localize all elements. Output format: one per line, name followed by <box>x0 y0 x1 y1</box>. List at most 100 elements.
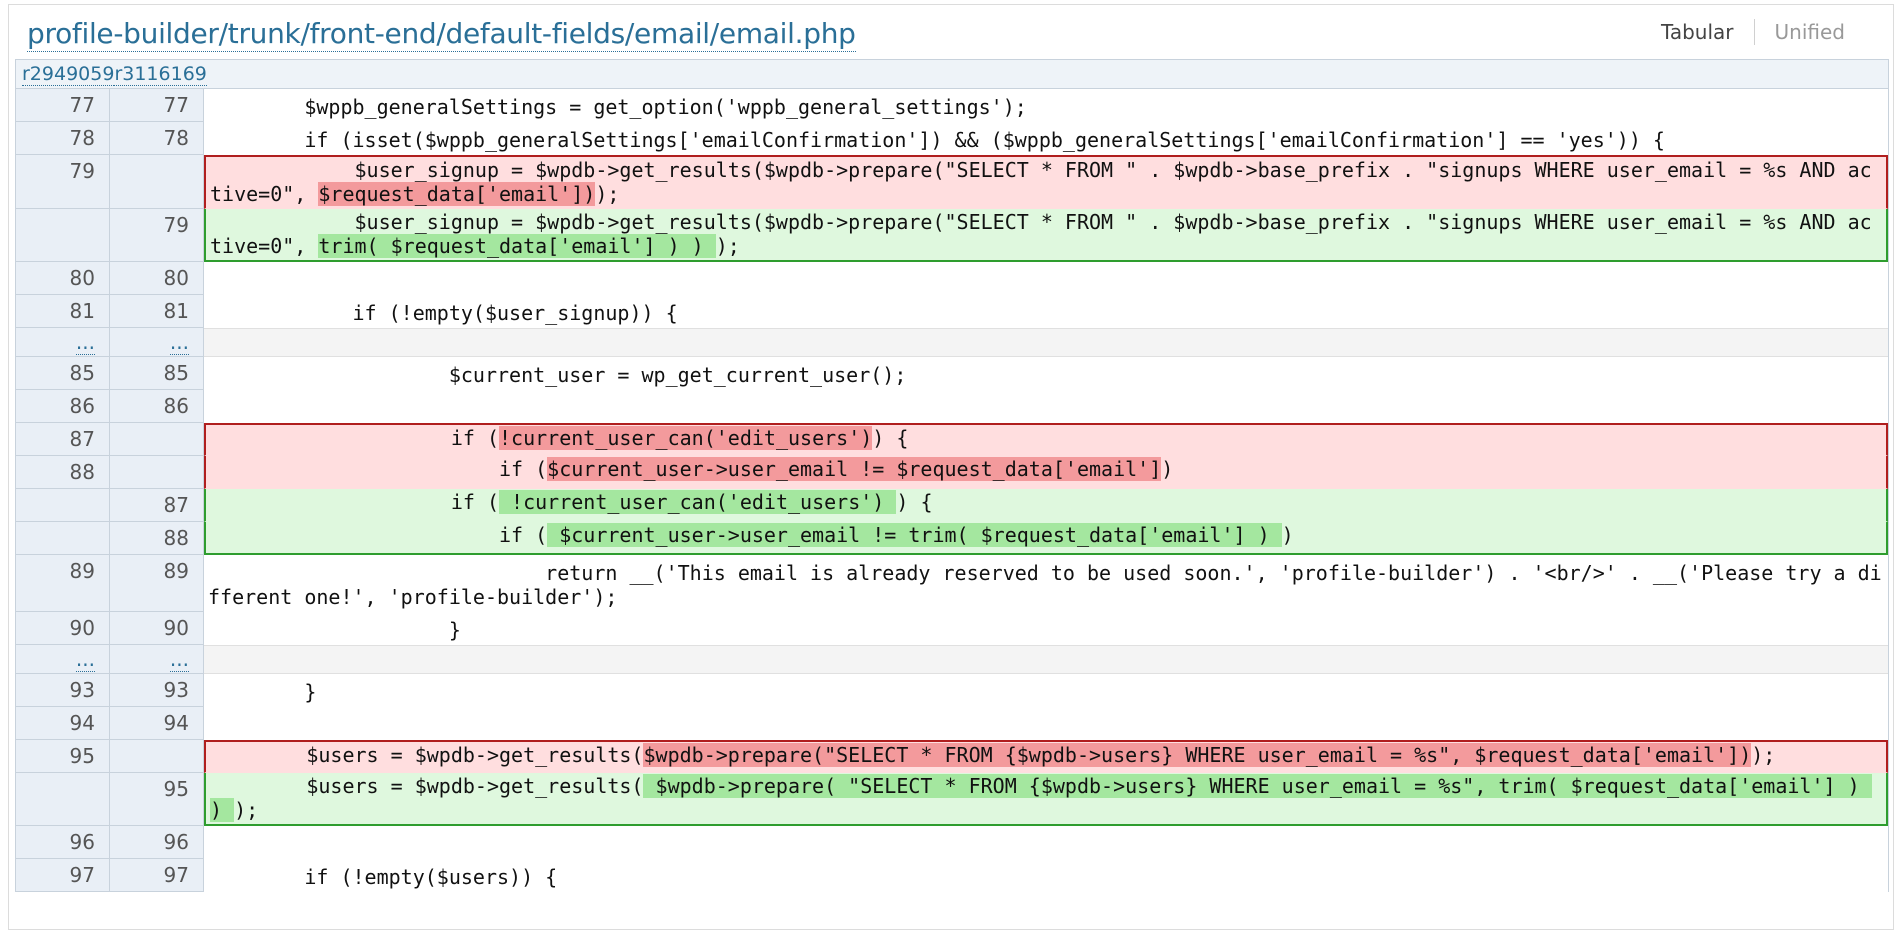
diff-table: r2949059 r3116169 77 77 $wppb_generalSett… <box>15 59 1889 892</box>
new-line-number <box>110 456 204 489</box>
code-line: } <box>204 674 1888 707</box>
diff-line: 77 77 $wppb_generalSettings = get_option… <box>16 89 1888 122</box>
diff-line: 89 89 return __('This email is already r… <box>16 555 1888 612</box>
code-line <box>204 262 1888 295</box>
code-text: if ( <box>210 457 548 481</box>
code-text: ); <box>1751 743 1776 767</box>
new-skip-marker[interactable]: ... <box>110 645 204 674</box>
new-line-number <box>110 423 204 456</box>
file-path-link[interactable]: profile-builder/trunk/front-end/default-… <box>27 17 856 52</box>
code-line <box>204 826 1888 859</box>
diff-line: 78 78 if (isset($wppb_generalSettings['e… <box>16 122 1888 155</box>
old-line-number: 97 <box>16 859 110 892</box>
code-line-removed: $user_signup = $wpdb->get_results($wpdb-… <box>204 155 1888 209</box>
old-line-number: 87 <box>16 423 110 456</box>
old-line-number <box>16 522 110 555</box>
old-line-number: 90 <box>16 612 110 645</box>
new-line-number: 81 <box>110 295 204 328</box>
old-line-number: 94 <box>16 707 110 740</box>
revision-bar: r2949059 r3116169 <box>16 59 1888 89</box>
code-text: ) { <box>872 426 909 450</box>
collapsed-lines[interactable]: ... ... <box>16 328 1888 357</box>
diff-line: 96 96 <box>16 826 1888 859</box>
new-line-number: 87 <box>110 489 204 522</box>
code-line-added: if ( !current_user_can('edit_users') ) { <box>204 489 1888 522</box>
code-line: } <box>204 612 1888 645</box>
old-line-number: 89 <box>16 555 110 612</box>
collapsed-gap <box>204 645 1888 674</box>
new-line-number: 95 <box>110 773 204 826</box>
diff-panel: profile-builder/trunk/front-end/default-… <box>8 4 1894 930</box>
code-line: $current_user = wp_get_current_user(); <box>204 357 1888 390</box>
tab-unified[interactable]: Unified <box>1755 19 1865 45</box>
old-line-number: 96 <box>16 826 110 859</box>
skip-link[interactable]: ... <box>75 647 95 672</box>
code-line <box>204 390 1888 423</box>
new-line-number <box>110 155 204 209</box>
new-revision-link[interactable]: r3116169 <box>114 63 207 86</box>
diff-line-added: 87 if ( !current_user_can('edit_users') … <box>16 489 1888 522</box>
old-line-number: 81 <box>16 295 110 328</box>
skip-link[interactable]: ... <box>75 330 95 355</box>
code-line-removed: if (!current_user_can('edit_users')) { <box>204 423 1888 456</box>
code-text: if ( <box>210 426 499 450</box>
new-line-number: 88 <box>110 522 204 555</box>
new-line-number: 77 <box>110 89 204 122</box>
added-highlight: $current_user->user_email != trim( $requ… <box>547 523 1282 547</box>
code-text: if ( <box>210 523 548 547</box>
diff-line: 97 97 if (!empty($users)) { <box>16 859 1888 892</box>
diff-line: 81 81 if (!empty($user_signup)) { <box>16 295 1888 328</box>
new-line-number: 90 <box>110 612 204 645</box>
diff-header: profile-builder/trunk/front-end/default-… <box>9 5 1893 53</box>
diff-line-removed: 88 if ($current_user->user_email != $req… <box>16 456 1888 489</box>
old-line-number: 93 <box>16 674 110 707</box>
old-line-number <box>16 773 110 826</box>
code-text: if ( <box>210 490 499 514</box>
old-line-number: 77 <box>16 89 110 122</box>
new-line-number: 97 <box>110 859 204 892</box>
diff-line-added: 88 if ( $current_user->user_email != tri… <box>16 522 1888 555</box>
code-text: ); <box>595 182 620 206</box>
old-line-number: 85 <box>16 357 110 390</box>
new-line-number: 80 <box>110 262 204 295</box>
diff-line-added: 95 $users = $wpdb->get_results( $wpdb->p… <box>16 773 1888 826</box>
old-line-number: 80 <box>16 262 110 295</box>
diff-line-removed: 87 if (!current_user_can('edit_users')) … <box>16 423 1888 456</box>
old-line-number: 78 <box>16 122 110 155</box>
skip-link[interactable]: ... <box>169 647 189 672</box>
code-text: $users = $wpdb->get_results( <box>210 774 644 798</box>
new-line-number: 93 <box>110 674 204 707</box>
code-line-added: $user_signup = $wpdb->get_results($wpdb-… <box>204 209 1888 262</box>
old-line-number: 86 <box>16 390 110 423</box>
removed-highlight: $request_data['email']) <box>318 182 596 206</box>
view-switch: Tabular Unified <box>1641 19 1865 45</box>
new-line-number: 79 <box>110 209 204 262</box>
added-highlight: trim( $request_data['email'] ) ) <box>318 234 716 258</box>
old-line-number: 88 <box>16 456 110 489</box>
skip-link[interactable]: ... <box>169 330 189 355</box>
diff-line-removed: 95 $users = $wpdb->get_results($wpdb->pr… <box>16 740 1888 773</box>
tab-tabular[interactable]: Tabular <box>1641 19 1754 45</box>
old-line-number: 79 <box>16 155 110 209</box>
diff-line: 85 85 $current_user = wp_get_current_use… <box>16 357 1888 390</box>
collapsed-lines[interactable]: ... ... <box>16 645 1888 674</box>
old-line-number: 95 <box>16 740 110 773</box>
old-skip-marker[interactable]: ... <box>16 645 110 674</box>
code-text: ); <box>234 798 259 822</box>
code-line: if (!empty($user_signup)) { <box>204 295 1888 328</box>
new-line-number: 86 <box>110 390 204 423</box>
diff-line-added: 79 $user_signup = $wpdb->get_results($wp… <box>16 209 1888 262</box>
code-line-removed: $users = $wpdb->get_results($wpdb->prepa… <box>204 740 1888 773</box>
code-line <box>204 707 1888 740</box>
code-text: $users = $wpdb->get_results( <box>210 743 644 767</box>
new-line-number <box>110 740 204 773</box>
old-revision-link[interactable]: r2949059 <box>22 63 115 86</box>
old-skip-marker[interactable]: ... <box>16 328 110 357</box>
diff-line: 90 90 } <box>16 612 1888 645</box>
new-line-number: 78 <box>110 122 204 155</box>
code-line-added: if ( $current_user->user_email != trim( … <box>204 522 1888 555</box>
new-line-number: 94 <box>110 707 204 740</box>
diff-line: 86 86 <box>16 390 1888 423</box>
new-skip-marker[interactable]: ... <box>110 328 204 357</box>
diff-line: 94 94 <box>16 707 1888 740</box>
